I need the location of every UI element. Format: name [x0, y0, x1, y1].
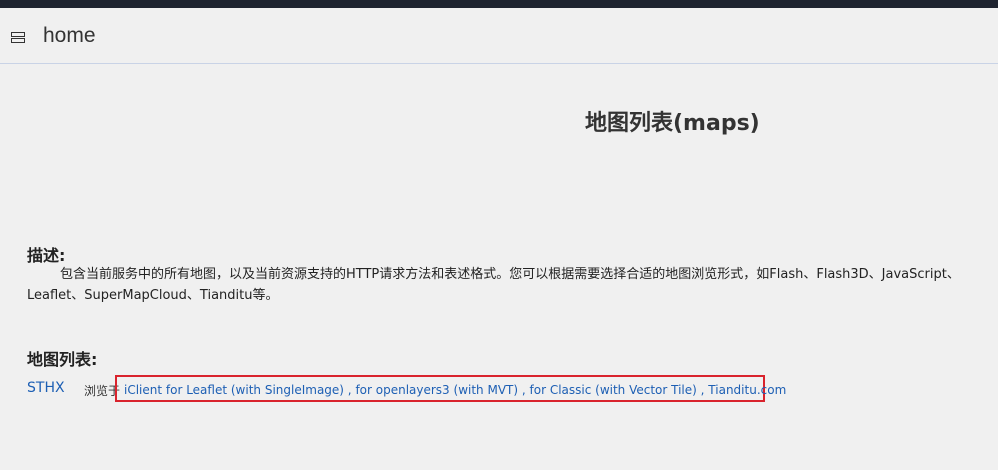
classic-vector-tile-link[interactable]: for Classic (with Vector Tile): [530, 383, 697, 397]
map-name-link[interactable]: STHX: [27, 380, 65, 396]
description-text: 包含当前服务中的所有地图，以及当前资源支持的HTTP请求方法和表述格式。您可以根…: [27, 264, 998, 306]
link-separator: ,: [518, 383, 530, 397]
description-line-1: 包含当前服务中的所有地图，以及当前资源支持的HTTP请求方法和表述格式。您可以根…: [60, 267, 960, 282]
view-links-highlight-box: iClient for Leaflet (with SingleImage) ,…: [115, 375, 786, 402]
window-top-bar: [0, 0, 998, 8]
view-links-list: iClient for Leaflet (with SingleImage) ,…: [124, 383, 786, 397]
page-header: home: [0, 8, 998, 64]
tianditu-link[interactable]: Tianditu.com: [708, 383, 786, 397]
description-line-2: Leaflet、SuperMapCloud、Tianditu等。: [27, 288, 279, 303]
openlayers3-mvt-link[interactable]: for openlayers3 (with MVT): [355, 383, 518, 397]
leaflet-singleimage-link[interactable]: iClient for Leaflet (with SingleImage): [124, 383, 344, 397]
menu-icon[interactable]: [11, 32, 27, 46]
page-title: 地图列表(maps): [585, 111, 760, 136]
map-list-heading: 地图列表:: [27, 350, 98, 369]
home-link[interactable]: home: [43, 24, 96, 48]
link-separator: ,: [343, 383, 356, 397]
description-heading: 描述:: [27, 246, 66, 265]
link-separator: ,: [696, 383, 709, 397]
